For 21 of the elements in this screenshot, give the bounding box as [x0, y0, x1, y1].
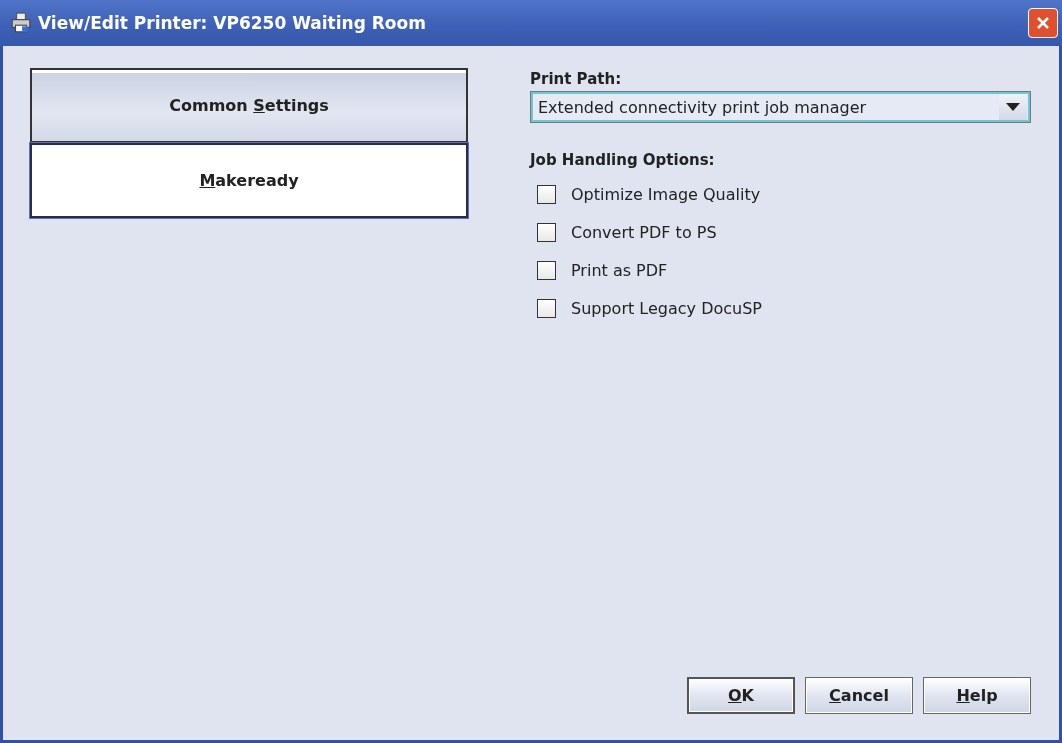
dialog-button[interactable]: OK: [687, 677, 795, 714]
caret-icon: [1006, 103, 1020, 111]
close-button[interactable]: [1028, 8, 1058, 38]
dialog-button[interactable]: Cancel: [805, 677, 913, 714]
dialog-button[interactable]: Help: [923, 677, 1031, 714]
printer-icon: [10, 12, 32, 34]
checkbox-label: Support Legacy DocuSP: [571, 298, 762, 318]
window-title: View/Edit Printer: VP6250 Waiting Room: [38, 13, 427, 33]
close-icon: [1036, 16, 1050, 30]
checkbox-label: Optimize Image Quality: [571, 184, 761, 204]
checkbox-label: Print as PDF: [571, 260, 668, 280]
checkbox[interactable]: [537, 260, 556, 280]
settings-tab[interactable]: Common Settings: [30, 68, 468, 143]
section-label: Job Handling Options:: [530, 151, 716, 169]
checkbox[interactable]: [537, 298, 556, 318]
checkbox[interactable]: [537, 184, 556, 204]
checkbox[interactable]: [537, 222, 556, 242]
field-label: Print Path:: [530, 70, 623, 88]
settings-tab[interactable]: Makeready: [30, 143, 468, 218]
checkbox-label: Convert PDF to PS: [571, 222, 717, 242]
print-path-dropdown[interactable]: Extended connectivity print job manager: [530, 91, 1031, 123]
